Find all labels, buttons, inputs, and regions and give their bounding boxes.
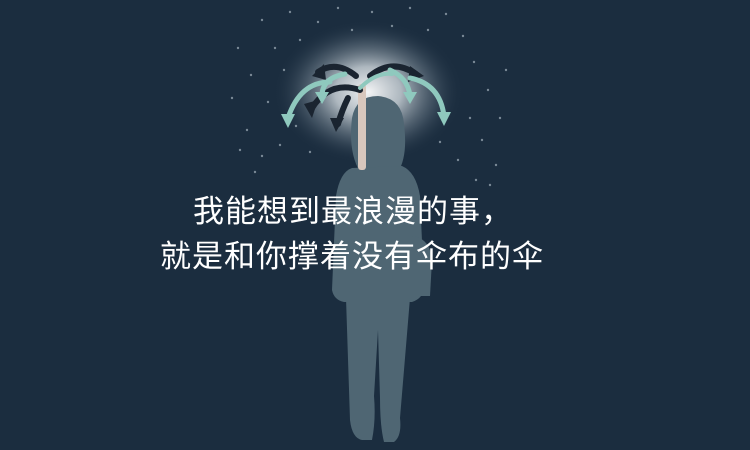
caption-line-1: 我能想到最浪漫的事， (193, 194, 513, 230)
caption-line-2: 就是和你撑着没有伞布的伞 (160, 239, 544, 275)
caption: 我能想到最浪漫的事， 就是和你撑着没有伞布的伞 (0, 0, 750, 450)
illustration-scene: 我能想到最浪漫的事， 就是和你撑着没有伞布的伞 (0, 0, 750, 450)
